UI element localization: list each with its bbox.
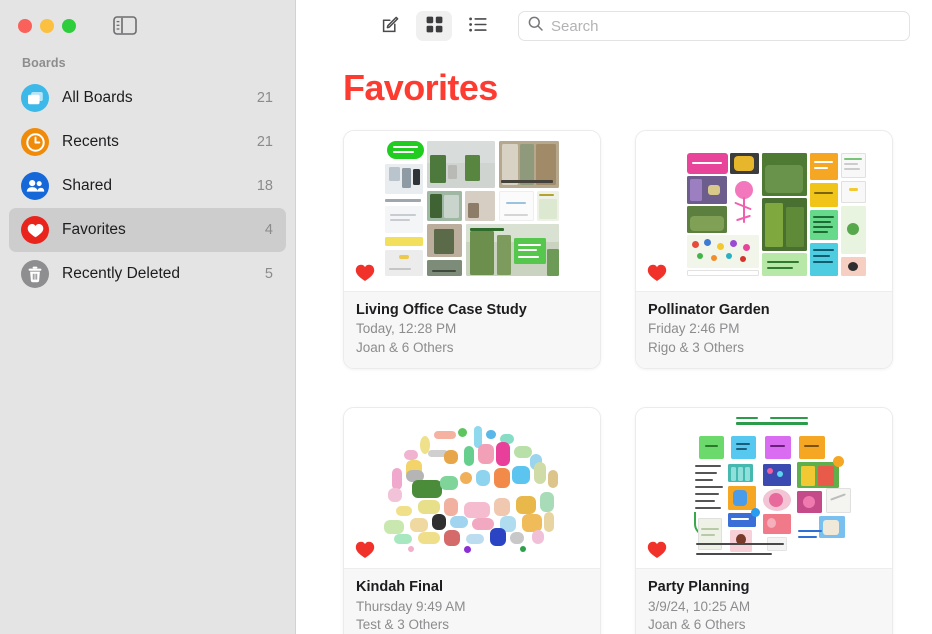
search-placeholder: Search <box>551 17 599 35</box>
sidebar-item-count: 4 <box>264 222 273 238</box>
app-window: Boards All Boards 21 Recents 21 Shared 1… <box>0 0 932 634</box>
sidebar-item-count: 21 <box>256 134 273 150</box>
favorite-badge-icon[interactable] <box>647 540 667 559</box>
sidebar-item-count: 21 <box>256 90 273 106</box>
board-participants: Rigo & 3 Others <box>648 339 745 355</box>
sidebar-item-count: 18 <box>256 178 273 194</box>
living-office-collage <box>344 131 600 291</box>
sidebar-item-recently-deleted[interactable]: Recently Deleted 5 <box>9 252 286 296</box>
sidebar-item-count: 5 <box>264 266 273 282</box>
trash-icon <box>21 260 49 288</box>
grid-icon <box>426 16 443 36</box>
main-content: Search Favorites Living Office Case Stud… <box>296 0 932 634</box>
board-card-meta: Pollinator Garden Friday 2:46 PM Rigo & … <box>636 291 892 369</box>
sidebar-item-label: Recently Deleted <box>62 265 181 282</box>
board-thumbnail <box>636 131 892 291</box>
sidebar-item-recents[interactable]: Recents 21 <box>9 120 286 164</box>
board-thumbnail <box>636 408 892 569</box>
board-card[interactable]: Party Planning 3/9/24, 10:25 AM Joan & 6… <box>635 407 893 634</box>
grid-view-button[interactable] <box>416 11 452 41</box>
board-participants: Joan & 6 Others <box>648 617 746 633</box>
board-date: Today, 12:28 PM <box>356 321 457 337</box>
board-participants: Joan & 6 Others <box>356 339 454 355</box>
board-card[interactable]: Kindah Final Thursday 9:49 AM Test & 3 O… <box>343 407 601 634</box>
pollinator-garden-collage <box>636 131 892 291</box>
toolbar: Search <box>296 0 932 52</box>
board-card[interactable]: Living Office Case Study Today, 12:28 PM… <box>343 130 601 370</box>
board-date: Friday 2:46 PM <box>648 321 740 337</box>
clock-icon <box>21 128 49 156</box>
board-thumbnail <box>344 131 600 291</box>
boards-icon <box>21 84 49 112</box>
birthday-planning-board <box>636 408 892 568</box>
board-title: Living Office Case Study <box>356 302 527 318</box>
colorful-doodles <box>344 408 600 568</box>
favorite-badge-icon[interactable] <box>647 263 667 282</box>
sidebar-section-label: Boards <box>22 56 66 70</box>
page-title: Favorites <box>343 67 498 108</box>
heart-icon <box>21 216 49 244</box>
window-controls-row <box>0 0 295 52</box>
sidebar-nav: All Boards 21 Recents 21 Shared 18 Favor… <box>0 76 295 296</box>
sidebar-item-label: All Boards <box>62 89 133 106</box>
list-view-button[interactable] <box>460 11 496 41</box>
board-card-meta: Living Office Case Study Today, 12:28 PM… <box>344 291 600 369</box>
boards-grid: Living Office Case Study Today, 12:28 PM… <box>296 130 932 634</box>
search-input[interactable]: Search <box>518 11 910 41</box>
board-card[interactable]: Pollinator Garden Friday 2:46 PM Rigo & … <box>635 130 893 370</box>
favorite-badge-icon[interactable] <box>355 263 375 282</box>
zoom-button[interactable] <box>62 19 76 33</box>
search-icon <box>528 16 543 36</box>
board-card-meta: Kindah Final Thursday 9:49 AM Test & 3 O… <box>344 568 600 634</box>
sidebar-item-favorites[interactable]: Favorites 4 <box>9 208 286 252</box>
sidebar-item-label: Recents <box>62 133 119 150</box>
sidebar-item-shared[interactable]: Shared 18 <box>9 164 286 208</box>
sidebar-item-label: Favorites <box>62 221 126 238</box>
new-board-button[interactable] <box>372 11 408 41</box>
sidebar-item-label: Shared <box>62 177 112 194</box>
sidebar-toggle-icon[interactable] <box>113 16 139 36</box>
close-button[interactable] <box>18 19 32 33</box>
sidebar-item-all-boards[interactable]: All Boards 21 <box>9 76 286 120</box>
board-date: Thursday 9:49 AM <box>356 598 466 614</box>
board-title: Kindah Final <box>356 579 443 596</box>
compose-icon <box>381 15 400 37</box>
board-title: Party Planning <box>648 579 750 596</box>
sidebar: Boards All Boards 21 Recents 21 Shared 1… <box>0 0 296 634</box>
minimize-button[interactable] <box>40 19 54 33</box>
people-icon <box>21 172 49 200</box>
board-title: Pollinator Garden <box>648 302 770 318</box>
board-thumbnail <box>344 408 600 569</box>
list-icon <box>469 17 487 35</box>
board-card-meta: Party Planning 3/9/24, 10:25 AM Joan & 6… <box>636 568 892 634</box>
board-participants: Test & 3 Others <box>356 617 450 633</box>
favorite-badge-icon[interactable] <box>355 540 375 559</box>
board-date: 3/9/24, 10:25 AM <box>648 598 751 614</box>
